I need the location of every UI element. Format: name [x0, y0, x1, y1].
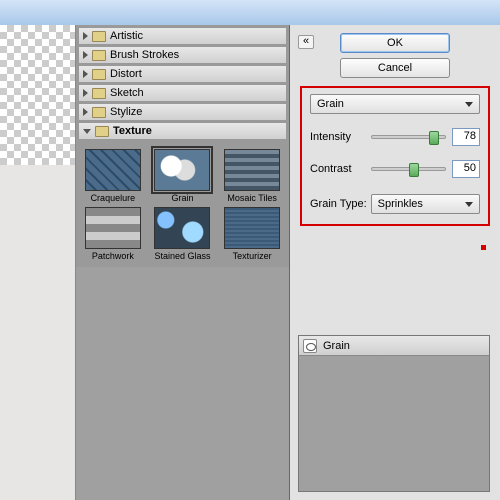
- chevron-down-icon: [83, 129, 91, 134]
- thumb-grain[interactable]: Grain: [150, 149, 216, 203]
- annotation-dot: [481, 245, 486, 250]
- dropdown-value: Grain: [317, 98, 344, 110]
- thumbnail-image: [224, 149, 280, 191]
- visibility-eye-icon[interactable]: [303, 339, 317, 353]
- slider-thumb[interactable]: [409, 163, 419, 177]
- chevron-right-icon: [83, 89, 88, 97]
- double-chevron-icon: «: [303, 35, 309, 47]
- thumbnail-grid: Craquelure Grain Mosaic Tiles Patchwork …: [76, 143, 289, 267]
- category-brush-strokes[interactable]: Brush Strokes: [78, 46, 287, 64]
- chevron-right-icon: [83, 51, 88, 59]
- category-texture[interactable]: Texture: [78, 122, 287, 140]
- dropdown-value: Sprinkles: [378, 198, 423, 210]
- intensity-value[interactable]: 78: [452, 128, 480, 146]
- thumb-stained-glass[interactable]: Stained Glass: [150, 207, 216, 261]
- filter-categories-panel: Artistic Brush Strokes Distort Sketch St…: [76, 25, 290, 500]
- folder-icon: [92, 69, 106, 80]
- thumbnail-label: Mosaic Tiles: [227, 193, 277, 203]
- preview-canvas: [0, 25, 76, 500]
- category-label: Artistic: [110, 30, 143, 42]
- intensity-slider[interactable]: [371, 135, 446, 139]
- intensity-label: Intensity: [310, 131, 365, 143]
- thumbnail-label: Grain: [171, 193, 193, 203]
- thumbnail-image: [154, 207, 210, 249]
- contrast-slider[interactable]: [371, 167, 446, 171]
- window-titlebar: [0, 0, 500, 25]
- grain-type-label: Grain Type:: [310, 198, 367, 210]
- effect-layers-panel: Grain: [298, 335, 490, 492]
- chevron-down-icon: [465, 102, 473, 107]
- folder-icon: [95, 126, 109, 137]
- folder-icon: [92, 31, 106, 42]
- thumb-craquelure[interactable]: Craquelure: [80, 149, 146, 203]
- category-label: Texture: [113, 125, 152, 137]
- cancel-button[interactable]: Cancel: [340, 58, 450, 78]
- thumbnail-image: [85, 149, 141, 191]
- thumbnail-label: Stained Glass: [154, 251, 210, 261]
- chevron-right-icon: [83, 108, 88, 116]
- layer-row[interactable]: Grain: [299, 336, 489, 356]
- chevron-right-icon: [83, 70, 88, 78]
- thumbnail-label: Craquelure: [91, 193, 136, 203]
- folder-icon: [92, 107, 106, 118]
- contrast-label: Contrast: [310, 163, 365, 175]
- thumbnail-image: [224, 207, 280, 249]
- filter-dropdown[interactable]: Grain: [310, 94, 480, 114]
- ok-button[interactable]: OK: [340, 33, 450, 53]
- category-stylize[interactable]: Stylize: [78, 103, 287, 121]
- category-artistic[interactable]: Artistic: [78, 27, 287, 45]
- chevron-down-icon: [465, 202, 473, 207]
- settings-panel: « OK Cancel Grain Intensity 78 Contrast …: [290, 25, 500, 500]
- category-sketch[interactable]: Sketch: [78, 84, 287, 102]
- category-label: Distort: [110, 68, 142, 80]
- collapse-button[interactable]: «: [298, 35, 314, 49]
- category-label: Stylize: [110, 106, 142, 118]
- highlighted-settings: Grain Intensity 78 Contrast 50 Grain Typ…: [300, 86, 490, 226]
- thumbnail-image: [85, 207, 141, 249]
- category-label: Sketch: [110, 87, 144, 99]
- thumbnail-label: Texturizer: [233, 251, 272, 261]
- panel-filler: [76, 267, 289, 500]
- category-label: Brush Strokes: [110, 49, 179, 61]
- chevron-right-icon: [83, 32, 88, 40]
- thumbnail-label: Patchwork: [92, 251, 134, 261]
- layer-name: Grain: [323, 340, 350, 352]
- slider-thumb[interactable]: [429, 131, 439, 145]
- thumbnail-image: [154, 149, 210, 191]
- folder-icon: [92, 88, 106, 99]
- contrast-value[interactable]: 50: [452, 160, 480, 178]
- category-distort[interactable]: Distort: [78, 65, 287, 83]
- thumb-texturizer[interactable]: Texturizer: [219, 207, 285, 261]
- folder-icon: [92, 50, 106, 61]
- thumb-mosaic-tiles[interactable]: Mosaic Tiles: [219, 149, 285, 203]
- grain-type-dropdown[interactable]: Sprinkles: [371, 194, 480, 214]
- thumb-patchwork[interactable]: Patchwork: [80, 207, 146, 261]
